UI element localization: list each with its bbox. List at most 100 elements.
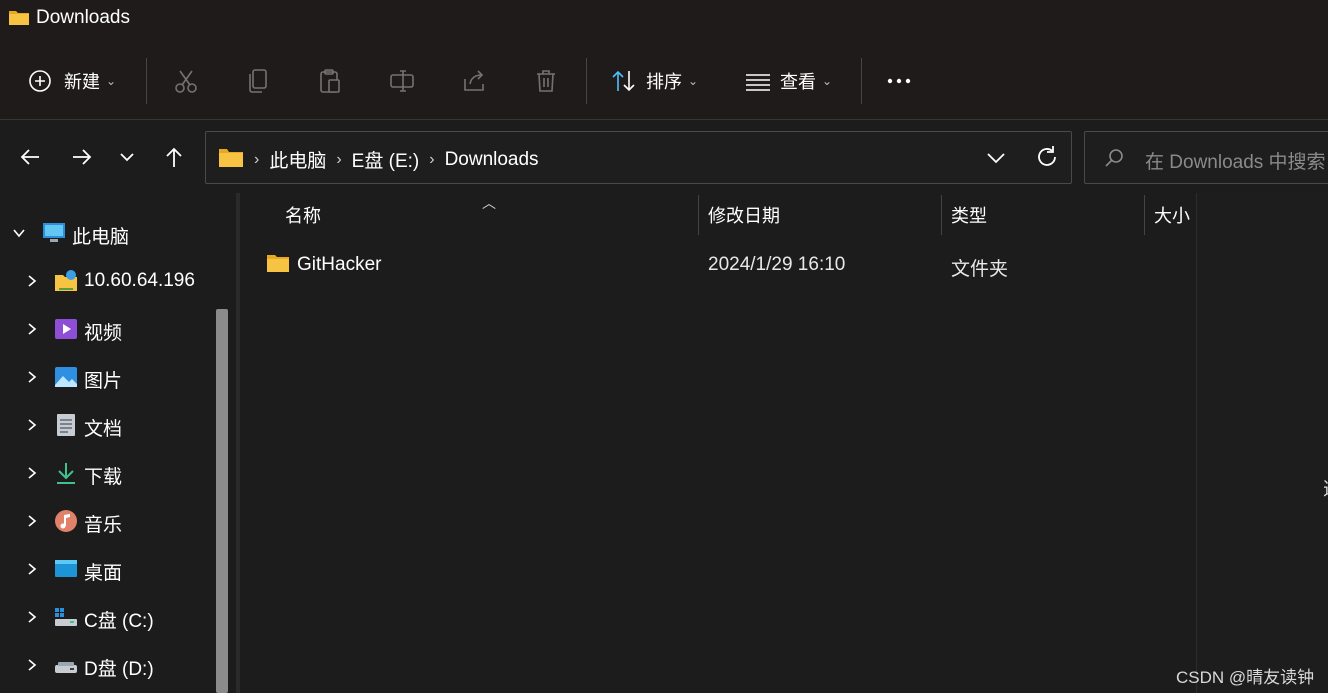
drive-c-icon xyxy=(55,608,77,626)
chevron-right-icon: › xyxy=(254,150,260,168)
search-icon xyxy=(1105,149,1123,167)
file-list: ︿ 名称 修改日期 类型 大小 GitHacker 2024/1/29 16:1… xyxy=(240,193,1196,693)
sidebar-item-label: D盘 (D:) xyxy=(84,659,154,680)
more-options-button[interactable] xyxy=(886,62,914,100)
column-header-name[interactable]: 名称 xyxy=(285,193,321,237)
toolbar-divider xyxy=(586,58,587,104)
column-header-size[interactable]: 大小 xyxy=(1154,193,1190,237)
videos-icon xyxy=(55,319,77,339)
chevron-down-icon: ⌄ xyxy=(822,74,833,88)
folder-icon xyxy=(219,149,243,167)
address-dropdown-icon[interactable] xyxy=(984,146,1008,170)
breadcrumb-item[interactable]: E盘 (E:) xyxy=(352,146,420,173)
computer-icon xyxy=(43,223,65,242)
sidebar-item-network[interactable]: 10.60.64.196 xyxy=(0,261,214,301)
arrow-up-icon xyxy=(166,147,182,167)
sidebar-item-label: 10.60.64.196 xyxy=(84,270,195,291)
chevron-right-icon[interactable] xyxy=(25,370,39,384)
sidebar-item-label: 下载 xyxy=(84,467,123,488)
navigation-pane: 此电脑 10.60.64.196 视频 图片 文档 下载 音乐 桌面 C盘 (C… xyxy=(0,193,236,693)
preview-message: 选 xyxy=(1323,475,1328,501)
new-button-label: 新建 xyxy=(64,72,100,92)
column-divider[interactable] xyxy=(698,195,699,235)
share-icon xyxy=(464,70,484,91)
up-button[interactable] xyxy=(158,141,190,173)
toolbar-divider xyxy=(861,58,862,104)
recent-locations-button[interactable] xyxy=(111,141,143,173)
desktop-icon xyxy=(55,560,77,577)
view-button[interactable]: 查看 ⌄ xyxy=(744,62,832,100)
chevron-right-icon: › xyxy=(336,150,342,168)
copy-icon xyxy=(249,69,267,93)
sidebar-item-videos[interactable]: 视频 xyxy=(0,309,214,349)
sidebar-item-documents[interactable]: 文档 xyxy=(0,405,214,445)
sort-ascending-icon: ︿ xyxy=(482,195,496,211)
back-button[interactable] xyxy=(14,141,46,173)
sidebar-item-music[interactable]: 音乐 xyxy=(0,501,214,541)
column-header-type[interactable]: 类型 xyxy=(951,193,987,237)
share-button[interactable] xyxy=(460,62,488,100)
sidebar-item-label: 桌面 xyxy=(84,563,123,584)
network-drive-icon xyxy=(55,270,77,291)
column-header-modified[interactable]: 修改日期 xyxy=(708,193,780,237)
sidebar-item-pictures[interactable]: 图片 xyxy=(0,357,214,397)
column-divider[interactable] xyxy=(1144,195,1145,235)
sidebar-scrollbar-thumb[interactable] xyxy=(216,309,228,693)
chevron-right-icon[interactable] xyxy=(25,562,39,576)
chevron-right-icon[interactable] xyxy=(25,466,39,480)
copy-button[interactable] xyxy=(244,62,272,100)
view-icon xyxy=(746,74,770,91)
search-placeholder: 在 Downloads 中搜索 xyxy=(1145,152,1326,173)
documents-icon xyxy=(57,414,75,436)
navigation-bar: › 此电脑 › E盘 (E:) › Downloads 在 Downloads … xyxy=(0,121,1328,193)
column-divider[interactable] xyxy=(941,195,942,235)
breadcrumb: › 此电脑 › E盘 (E:) › Downloads xyxy=(254,146,539,173)
folder-icon xyxy=(9,11,29,25)
forward-button[interactable] xyxy=(66,141,98,173)
search-box[interactable]: 在 Downloads 中搜索 xyxy=(1084,131,1328,184)
sort-button[interactable]: 排序 ⌄ xyxy=(610,62,698,100)
plus-circle-icon xyxy=(29,70,51,92)
sidebar-item-label: 视频 xyxy=(84,323,123,344)
new-button[interactable]: 新建 ⌄ xyxy=(28,62,116,100)
chevron-down-icon xyxy=(120,153,134,162)
address-bar[interactable]: › 此电脑 › E盘 (E:) › Downloads xyxy=(205,131,1072,184)
chevron-down-icon: ⌄ xyxy=(688,74,699,88)
chevron-right-icon[interactable] xyxy=(25,418,39,432)
refresh-icon[interactable] xyxy=(1034,144,1060,170)
delete-icon xyxy=(537,70,555,92)
preview-pane: 选 xyxy=(1196,193,1328,693)
sidebar-item-desktop[interactable]: 桌面 xyxy=(0,549,214,589)
chevron-right-icon[interactable] xyxy=(25,610,39,624)
paste-button[interactable] xyxy=(316,62,344,100)
more-icon xyxy=(887,78,911,84)
file-type: 文件夹 xyxy=(951,259,1009,280)
music-icon xyxy=(55,510,77,532)
sort-icon xyxy=(612,70,635,92)
sidebar-item-label: C盘 (C:) xyxy=(84,611,154,632)
delete-button[interactable] xyxy=(532,62,560,100)
chevron-right-icon[interactable] xyxy=(25,322,39,336)
paste-icon xyxy=(320,69,340,93)
sidebar-item-label: 图片 xyxy=(84,371,123,392)
chevron-right-icon[interactable] xyxy=(25,658,39,672)
sort-button-label: 排序 xyxy=(646,72,682,92)
chevron-right-icon[interactable] xyxy=(25,274,39,288)
sidebar-item-downloads[interactable]: 下载 xyxy=(0,453,214,493)
toolbar-divider xyxy=(146,58,147,104)
cut-button[interactable] xyxy=(172,62,200,100)
file-name: GitHacker xyxy=(297,254,382,275)
chevron-right-icon[interactable] xyxy=(25,514,39,528)
chevron-down-icon[interactable] xyxy=(12,226,26,240)
rename-button[interactable] xyxy=(388,62,416,100)
sidebar-item-drive-c[interactable]: C盘 (C:) xyxy=(0,597,214,637)
sidebar-item-drive-d[interactable]: D盘 (D:) xyxy=(0,645,214,685)
breadcrumb-item[interactable]: 此电脑 xyxy=(269,146,326,173)
table-row[interactable]: GitHacker 2024/1/29 16:10 文件夹 xyxy=(260,247,1190,283)
breadcrumb-item[interactable]: Downloads xyxy=(445,149,539,171)
pictures-icon xyxy=(55,367,77,387)
sidebar-item-this-pc[interactable]: 此电脑 xyxy=(0,213,214,253)
rename-icon xyxy=(390,70,414,92)
arrow-left-icon xyxy=(20,149,39,165)
drive-d-icon xyxy=(55,662,77,673)
